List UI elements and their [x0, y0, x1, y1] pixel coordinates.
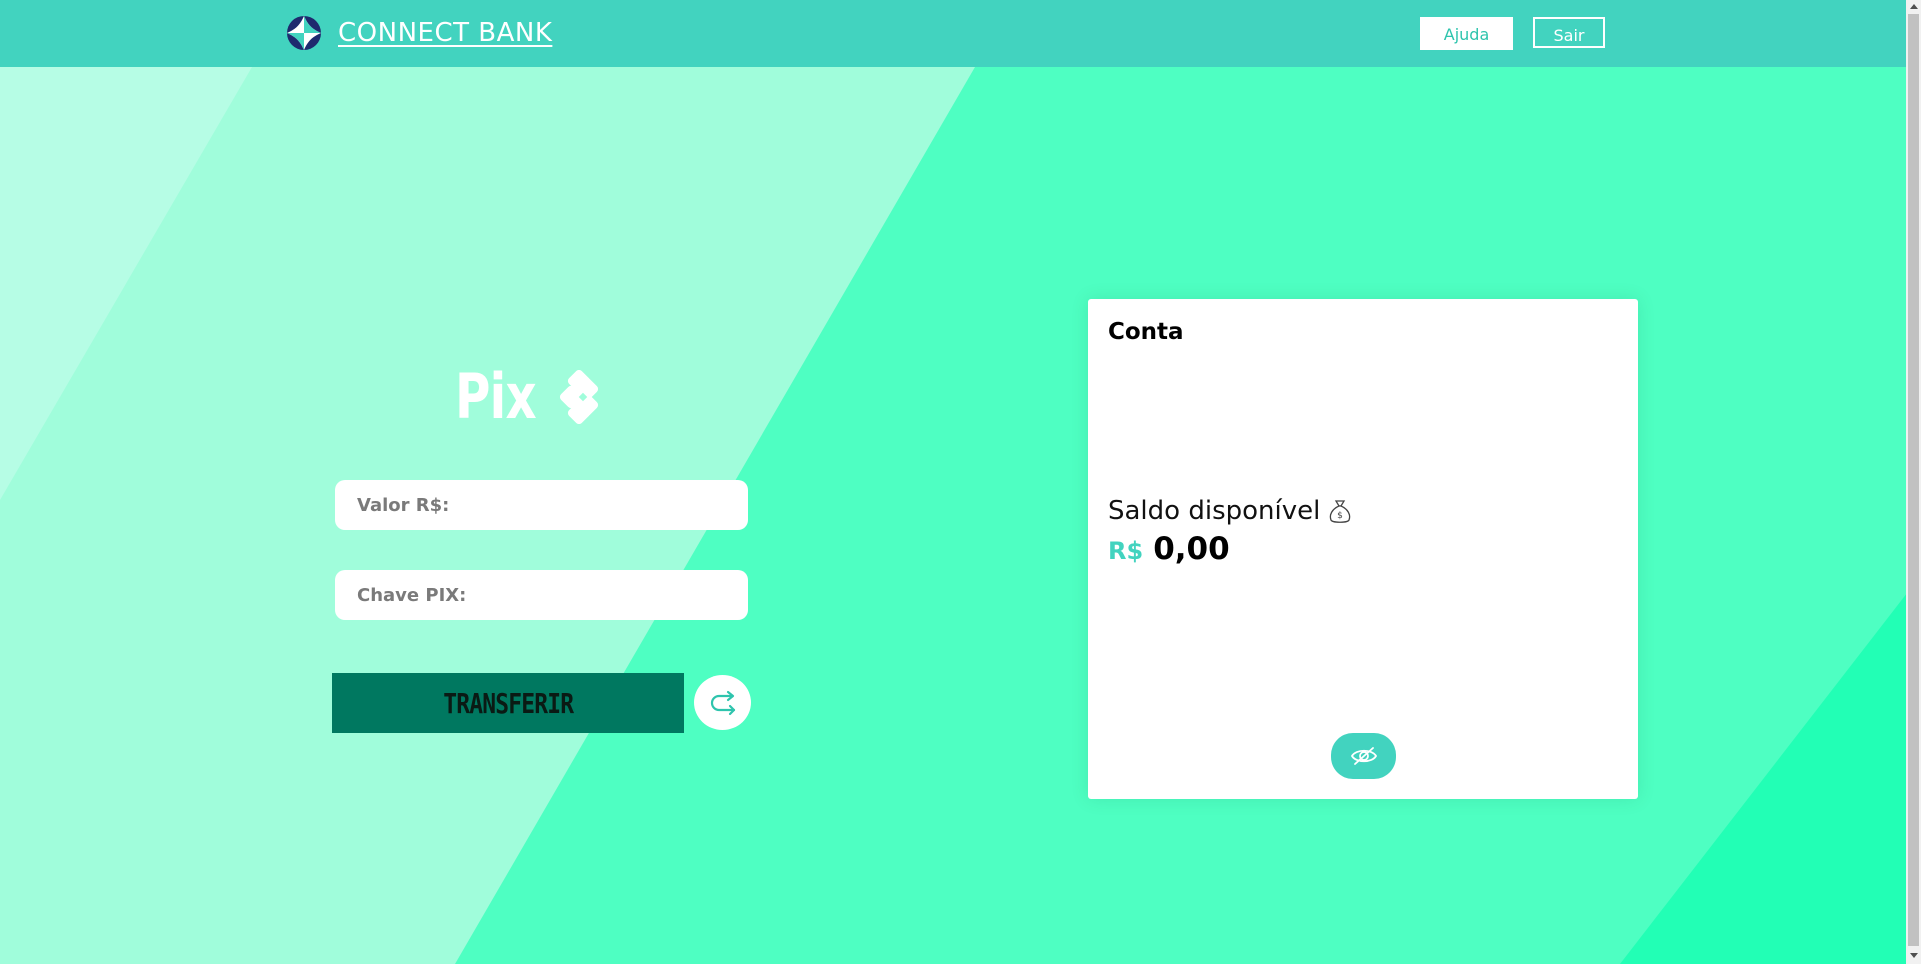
page: CONNECT BANK Ajuda Sair Pix TRANSFERIR [0, 0, 1921, 964]
logout-button[interactable]: Sair [1533, 17, 1605, 48]
account-card: Conta Saldo disponível $ R$ 0,00 [1088, 299, 1638, 799]
scroll-thumb[interactable] [1908, 14, 1919, 946]
account-title: Conta [1108, 319, 1184, 345]
pix-key-input[interactable] [355, 569, 748, 621]
eye-slash-icon [1350, 747, 1377, 765]
balance-value: 0,00 [1153, 531, 1230, 567]
money-bag-icon: $ [1330, 500, 1351, 523]
amount-field-container [335, 479, 748, 531]
scroll-down-arrow-icon[interactable] [1910, 953, 1918, 958]
pix-diamond-icon [559, 370, 599, 424]
balance-label-row: Saldo disponível $ [1108, 496, 1354, 526]
help-button[interactable]: Ajuda [1420, 17, 1513, 50]
connect-bank-logo-icon [287, 16, 321, 50]
balance-currency: R$ [1108, 537, 1144, 565]
pix-key-field-container [335, 569, 748, 621]
scroll-up-arrow-icon[interactable] [1910, 4, 1918, 9]
transfer-button[interactable]: TRANSFERIR [332, 673, 684, 733]
page-scrollbar[interactable] [1906, 0, 1921, 964]
toggle-balance-visibility-button[interactable] [1331, 733, 1396, 779]
redo-button[interactable] [694, 675, 751, 730]
transfer-button-label: TRANSFERIR [442, 686, 574, 720]
balance-row: R$ 0,00 [1108, 531, 1230, 567]
amount-input[interactable] [355, 479, 748, 531]
svg-text:$: $ [1337, 511, 1343, 521]
pix-title: Pix [455, 360, 537, 433]
balance-label: Saldo disponível [1108, 496, 1321, 526]
redo-arrow-icon [710, 690, 735, 715]
brand-link[interactable]: CONNECT BANK [338, 18, 552, 48]
top-navbar: CONNECT BANK Ajuda Sair [0, 0, 1906, 67]
